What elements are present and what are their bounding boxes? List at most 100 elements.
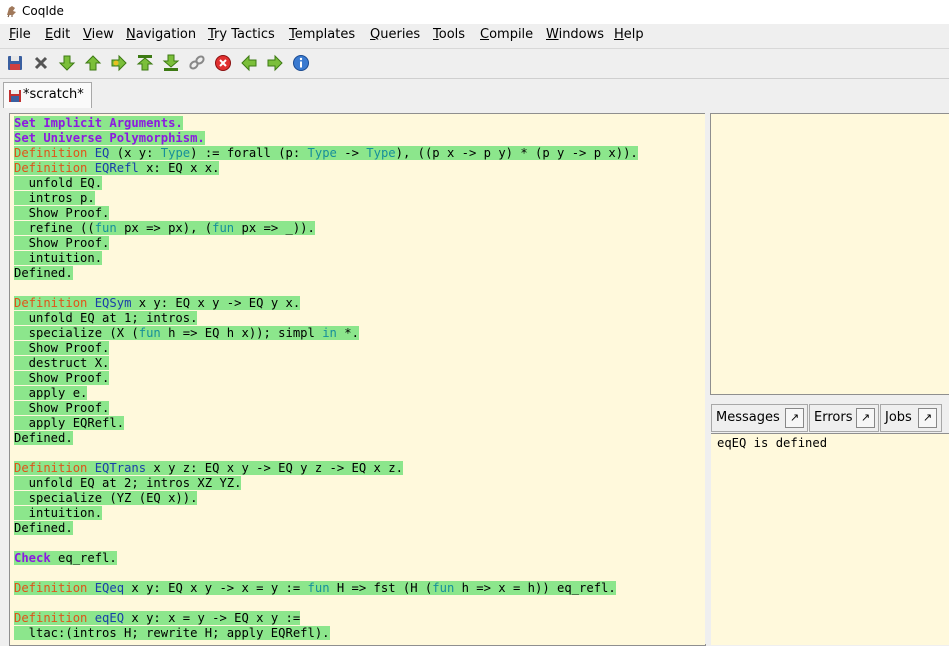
code-line: unfold EQ at 1; intros. — [14, 311, 198, 326]
script-editor[interactable]: Set Implicit Arguments. Set Universe Poly… — [9, 113, 706, 646]
processed-code-span: ltac:(intros H; rewrite H; apply EQRefl)… — [14, 626, 330, 640]
code-token: eqEQ — [94, 611, 125, 625]
processed-code-span: Definition EQTrans x y z: EQ x y -> EQ y… — [14, 461, 403, 475]
processed-code-span: Definition EQSym x y: EQ x y -> EQ y x. — [14, 296, 301, 310]
previous-occurrence-icon[interactable] — [240, 54, 258, 72]
menu-compile[interactable]: Compile — [480, 27, 533, 42]
document-tab-bar: *scratch* — [0, 78, 949, 109]
processed-code-span: apply e. — [14, 386, 88, 400]
menu-navigation[interactable]: Navigation — [126, 27, 196, 42]
backward-one-icon[interactable] — [84, 54, 102, 72]
menu-tools[interactable]: Tools — [433, 27, 465, 42]
code-line: Definition eqEQ x y: x = y -> EQ x y := — [14, 611, 301, 626]
code-token: in — [322, 326, 337, 340]
code-token: unfold EQ at 2; intros XZ YZ. — [14, 476, 242, 490]
broken-chain-icon[interactable] — [188, 54, 206, 72]
code-token: refine (( — [14, 221, 95, 235]
code-token: unfold EQ at 1; intros. — [14, 311, 198, 325]
code-token: Definition — [14, 296, 95, 310]
code-line: Definition EQTrans x y z: EQ x y -> EQ y… — [14, 461, 403, 476]
code-token: Set Universe Polymorphism. — [14, 131, 205, 145]
code-line: Show Proof. — [14, 236, 110, 251]
tab-jobs[interactable]: Jobs ↗ — [880, 404, 942, 432]
processed-code-span: Definition eqEQ x y: x = y -> EQ x y := — [14, 611, 301, 625]
restart-icon[interactable] — [136, 54, 154, 72]
code-line: Definition EQSym x y: EQ x y -> EQ y x. — [14, 296, 301, 311]
menu-windows[interactable]: Windows — [546, 27, 604, 42]
save-icon[interactable] — [6, 54, 24, 72]
processed-code-span: Check eq_refl. — [14, 551, 117, 565]
code-token: intuition. — [14, 251, 103, 265]
processed-code-span: intuition. — [14, 506, 103, 520]
code-token: intuition. — [14, 506, 103, 520]
menu-file[interactable]: File — [9, 27, 31, 42]
code-token: ltac:(intros H; rewrite H; apply EQRefl)… — [14, 626, 330, 640]
detach-errors-icon[interactable]: ↗ — [856, 408, 875, 428]
go-to-end-icon[interactable] — [162, 54, 180, 72]
code-line: Show Proof. — [14, 401, 110, 416]
menu-bar: File Edit View Navigation Try Tactics Templat… — [0, 24, 949, 46]
processed-code-span: unfold EQ. — [14, 176, 103, 190]
menu-queries[interactable]: Queries — [370, 27, 420, 42]
processed-code-span: Set Universe Polymorphism. — [14, 131, 205, 145]
processed-code-span: specialize (YZ (EQ x)). — [14, 491, 198, 505]
menu-view[interactable]: View — [83, 27, 114, 42]
code-token: ) := forall (p: — [190, 146, 308, 160]
code-token: fun — [432, 581, 455, 595]
title-bar: CoqIde — [0, 0, 949, 24]
menu-templates[interactable]: Templates — [289, 27, 355, 42]
tab-messages-label: Messages — [716, 410, 780, 425]
processed-code-span: Definition EQRefl x: EQ x x. — [14, 161, 220, 175]
code-token: destruct X. — [14, 356, 110, 370]
detach-messages-icon[interactable]: ↗ — [785, 408, 804, 428]
tab-errors[interactable]: Errors ↗ — [809, 404, 879, 432]
menu-edit[interactable]: Edit — [45, 27, 70, 42]
code-line: specialize (YZ (EQ x)). — [14, 491, 198, 506]
menu-help[interactable]: Help — [614, 27, 644, 42]
code-line: intuition. — [14, 251, 103, 266]
detach-jobs-icon[interactable]: ↗ — [918, 408, 937, 428]
code-line: Defined. — [14, 521, 73, 536]
code-token: EQeq — [94, 581, 125, 595]
code-token: specialize (X ( — [14, 326, 139, 340]
code-token: unfold EQ. — [14, 176, 103, 190]
code-token: ), ((p x -> p y) * (p y -> p x)). — [395, 146, 638, 160]
code-token: x y: EQ x y -> EQ y x. — [131, 296, 301, 310]
processed-code-span: Show Proof. — [14, 401, 110, 415]
go-to-cursor-icon[interactable] — [110, 54, 128, 72]
next-occurrence-icon[interactable] — [266, 54, 284, 72]
messages-pane: eqEQ is defined — [711, 433, 949, 645]
unsaved-document-icon — [9, 90, 21, 102]
code-token: h => x = h)) eq_refl. — [454, 581, 616, 595]
processed-code-span: Show Proof. — [14, 341, 110, 355]
code-token: Defined. — [14, 266, 73, 280]
menu-try-tactics[interactable]: Try Tactics — [208, 27, 275, 42]
code-line: intuition. — [14, 506, 103, 521]
message-text: eqEQ is defined — [717, 436, 828, 450]
tab-messages[interactable]: Messages ↗ — [711, 404, 808, 432]
code-line: Definition EQeq x y: EQ x y -> x = y := … — [14, 581, 616, 596]
code-token: fun — [138, 326, 161, 340]
processed-code-span: unfold EQ at 1; intros. — [14, 311, 198, 325]
code-token: EQRefl — [94, 161, 139, 175]
code-line: refine ((fun px => px), (fun px => _)). — [14, 221, 315, 236]
pane-splitter[interactable] — [705, 113, 709, 644]
code-line: unfold EQ at 2; intros XZ YZ. — [14, 476, 242, 491]
interrupt-icon[interactable] — [214, 54, 232, 72]
close-icon[interactable] — [32, 54, 50, 72]
code-token: fun — [212, 221, 235, 235]
processed-code-span: Defined. — [14, 266, 73, 280]
tab-scratch[interactable]: *scratch* — [3, 82, 92, 108]
code-token: Defined. — [14, 431, 73, 445]
forward-one-icon[interactable] — [58, 54, 76, 72]
code-line: apply EQRefl. — [14, 416, 125, 431]
code-token: Show Proof. — [14, 236, 110, 250]
code-token: EQ — [94, 146, 110, 160]
code-line: Check eq_refl. — [14, 551, 117, 566]
code-token: apply e. — [14, 386, 88, 400]
code-token: Definition — [14, 581, 95, 595]
code-token: Definition — [14, 461, 95, 475]
about-icon[interactable] — [292, 54, 310, 72]
code-token: px => _)). — [234, 221, 315, 235]
code-token: Show Proof. — [14, 401, 110, 415]
